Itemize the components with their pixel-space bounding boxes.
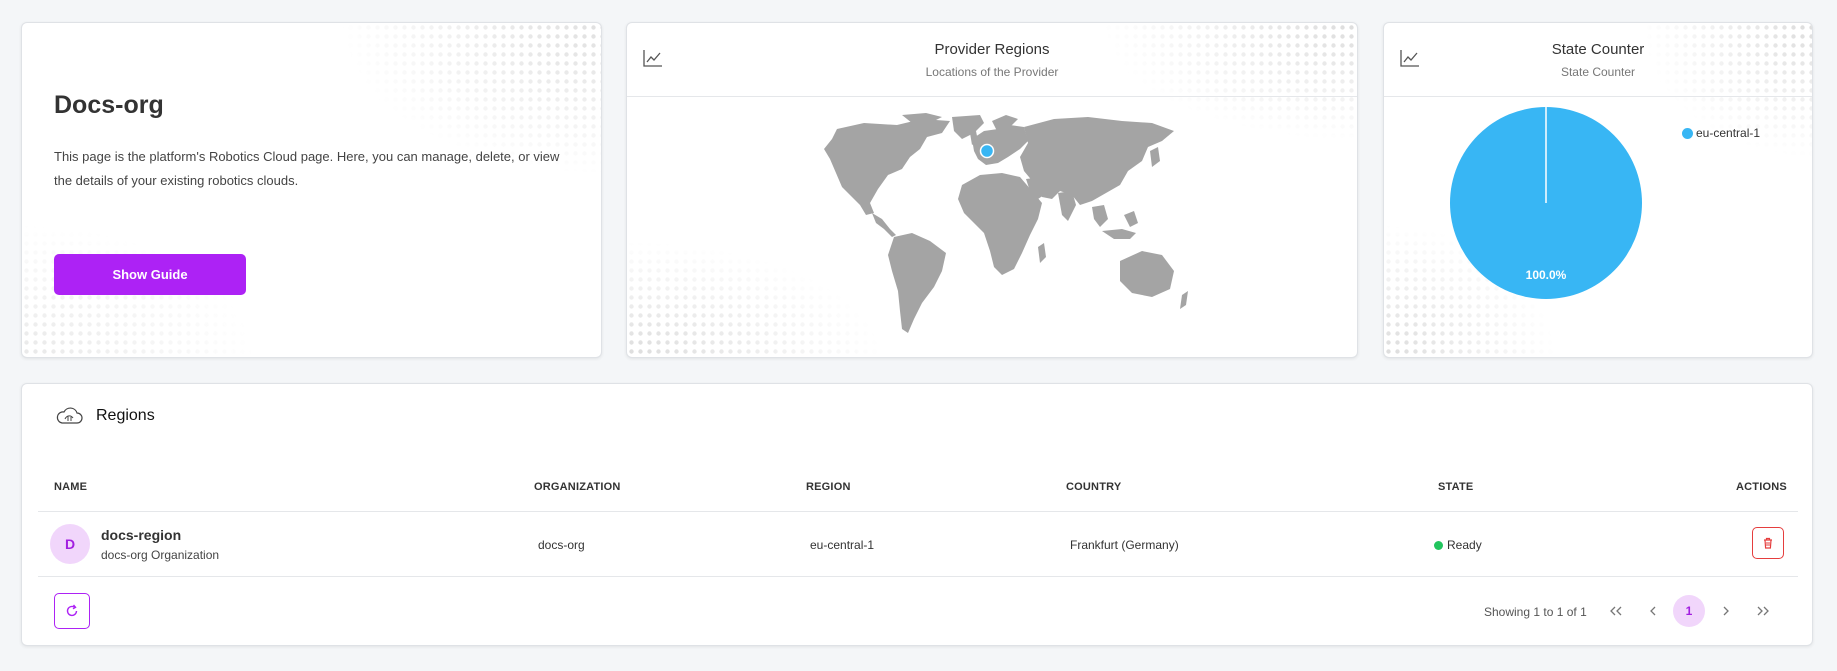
regions-heading: Regions (54, 406, 155, 426)
provider-regions-card: Provider Regions Locations of the Provid… (626, 22, 1358, 358)
state-counter-card: State Counter State Counter 100.0% eu-ce… (1383, 22, 1813, 358)
legend-swatch (1682, 127, 1693, 139)
page-number-button[interactable]: 1 (1673, 595, 1705, 627)
region-organization-label: docs-org Organization (101, 548, 220, 562)
chevron-left-icon (1650, 606, 1656, 616)
status-badge: Ready (1434, 538, 1482, 552)
regions-title: Regions (96, 407, 155, 424)
card-subtitle: State Counter (1560, 65, 1636, 79)
column-header-name[interactable]: NAME (54, 481, 87, 493)
first-page-button[interactable] (1600, 595, 1632, 627)
world-map-land (824, 113, 1188, 333)
organization-cell: docs-org (538, 538, 585, 552)
row-divider (38, 576, 1798, 577)
column-header-state[interactable]: STATE (1438, 481, 1473, 493)
avatar: D (50, 524, 90, 564)
card-header: State Counter State Counter (1384, 23, 1812, 97)
state-pie-chart: 100.0% (1450, 107, 1642, 299)
refresh-button[interactable] (54, 593, 90, 629)
card-title: Provider Regions (934, 41, 1050, 58)
column-header-region[interactable]: REGION (806, 481, 851, 493)
column-header-actions: ACTIONS (1736, 481, 1787, 493)
region-name: docs-region (101, 527, 182, 543)
card-subtitle: Locations of the Provider (925, 65, 1059, 79)
country-cell: Frankfurt (Germany) (1070, 538, 1179, 552)
refresh-icon (66, 604, 78, 617)
card-header: Provider Regions Locations of the Provid… (627, 23, 1357, 97)
cloud-brain-icon (56, 407, 83, 424)
column-header-country[interactable]: COUNTRY (1066, 481, 1121, 493)
region-marker[interactable] (979, 143, 995, 159)
region-cell: eu-central-1 (810, 538, 875, 552)
chevrons-right-icon (1757, 606, 1769, 616)
previous-page-button[interactable] (1637, 595, 1669, 627)
card-title: State Counter (1551, 41, 1645, 58)
trash-icon (1764, 537, 1772, 549)
chevrons-left-icon (1610, 606, 1622, 616)
info-card: Docs-org This page is the platform's Rob… (21, 22, 602, 358)
header-divider (38, 511, 1798, 512)
page-title: Docs-org (54, 91, 164, 119)
last-page-button[interactable] (1747, 595, 1779, 627)
status-dot (1434, 540, 1443, 550)
chevron-right-icon (1723, 606, 1729, 616)
world-map (824, 113, 1188, 333)
delete-button[interactable] (1752, 527, 1784, 559)
pagination-summary: Showing 1 to 1 of 1 (1484, 605, 1587, 619)
legend-label: eu-central-1 (1696, 126, 1761, 140)
column-header-organization[interactable]: ORGANIZATION (534, 481, 621, 493)
next-page-button[interactable] (1710, 595, 1742, 627)
status-label: Ready (1447, 538, 1482, 552)
chart-legend[interactable]: eu-central-1 (1682, 126, 1760, 140)
pie-slice-label: 100.0% (1526, 268, 1567, 282)
page-description: This page is the platform's Robotics Clo… (54, 149, 560, 188)
regions-table-card: Regions NAME ORGANIZATION REGION COUNTRY… (21, 383, 1813, 646)
show-guide-button[interactable]: Show Guide (54, 254, 246, 295)
